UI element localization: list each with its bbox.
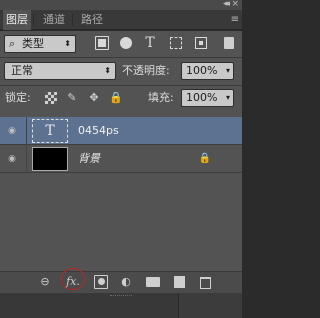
tab-channels[interactable]: 通道 [40,10,68,30]
opacity-field[interactable]: 100% ▾ [181,62,234,80]
delete-layer-icon[interactable] [200,277,211,289]
layer-row-text[interactable]: ◉ T 0454ps [0,117,242,145]
chevron-updown-icon: ⬍ [64,39,71,48]
eye-icon[interactable]: ◉ [7,154,17,164]
tab-separator [72,14,73,26]
panel-title-strip [0,0,242,10]
divider [0,85,242,86]
new-group-icon[interactable] [146,277,160,287]
layer-name[interactable]: 背景 [78,145,100,173]
panel-menu-icon[interactable]: ≡ [231,14,239,25]
chevron-updown-icon: ⬍ [104,66,111,75]
add-mask-icon[interactable] [94,275,108,289]
new-adjustment-icon[interactable]: ◐ [119,275,133,289]
layer-row-background[interactable]: ◉ 背景 🔒 [0,145,242,173]
shape-filter-icon[interactable] [170,37,182,49]
text-layer-thumbnail[interactable]: T [32,119,68,143]
link-layers-icon[interactable]: ⊖ [38,275,52,289]
tab-separator [33,14,34,26]
fill-field[interactable]: 100% ▾ [181,89,234,107]
resize-grip[interactable] [110,295,132,297]
column-separator [26,145,27,173]
fill-value: 100% [186,91,218,104]
chevron-down-icon: ▾ [225,66,230,75]
lock-all-icon[interactable]: 🔒 [109,92,123,104]
collapse-panel-icon[interactable]: ◂◂ [223,0,230,9]
adjacent-panel [178,293,242,318]
layers-list: ◉ T 0454ps ◉ 背景 🔒 [0,117,242,271]
lock-label: 锁定: [5,91,31,104]
filter-kind-label: 类型 [22,37,44,50]
blend-mode-select[interactable]: 正常 ⬍ [4,62,116,80]
chevron-down-icon: ▾ [225,93,230,102]
column-separator [26,117,27,145]
blend-mode-value: 正常 [11,64,33,77]
tab-paths[interactable]: 路径 [78,10,106,30]
panel-tab-bar: 图层 通道 路径 ≡ [0,10,242,30]
search-icon: ⌕ [9,37,16,50]
opacity-label: 不透明度: [122,64,170,77]
filter-kind-select[interactable]: ⌕ 类型 ⬍ [4,35,76,53]
lock-transparent-icon[interactable] [45,92,57,104]
opacity-value: 100% [186,64,218,77]
new-layer-icon[interactable] [174,276,185,288]
adjustment-filter-icon[interactable] [120,37,132,49]
type-filter-icon[interactable]: T [143,36,157,50]
layer-name[interactable]: 0454ps [78,117,119,145]
lock-image-icon[interactable]: ✎ [66,92,78,104]
close-panel-icon[interactable]: × [231,0,239,9]
lock-position-icon[interactable]: ✥ [88,92,100,104]
fx-icon[interactable]: fx. [66,275,80,289]
eye-icon[interactable]: ◉ [7,126,17,136]
divider [0,57,242,58]
background-layer-thumbnail[interactable] [32,147,68,171]
smart-object-filter-icon[interactable] [195,37,207,49]
filter-toggle-icon[interactable] [224,37,234,49]
fill-label: 填充: [148,91,174,104]
tab-layers[interactable]: 图层 [3,10,31,30]
lock-icon: 🔒 [198,153,211,164]
pixel-filter-icon[interactable] [95,36,109,50]
